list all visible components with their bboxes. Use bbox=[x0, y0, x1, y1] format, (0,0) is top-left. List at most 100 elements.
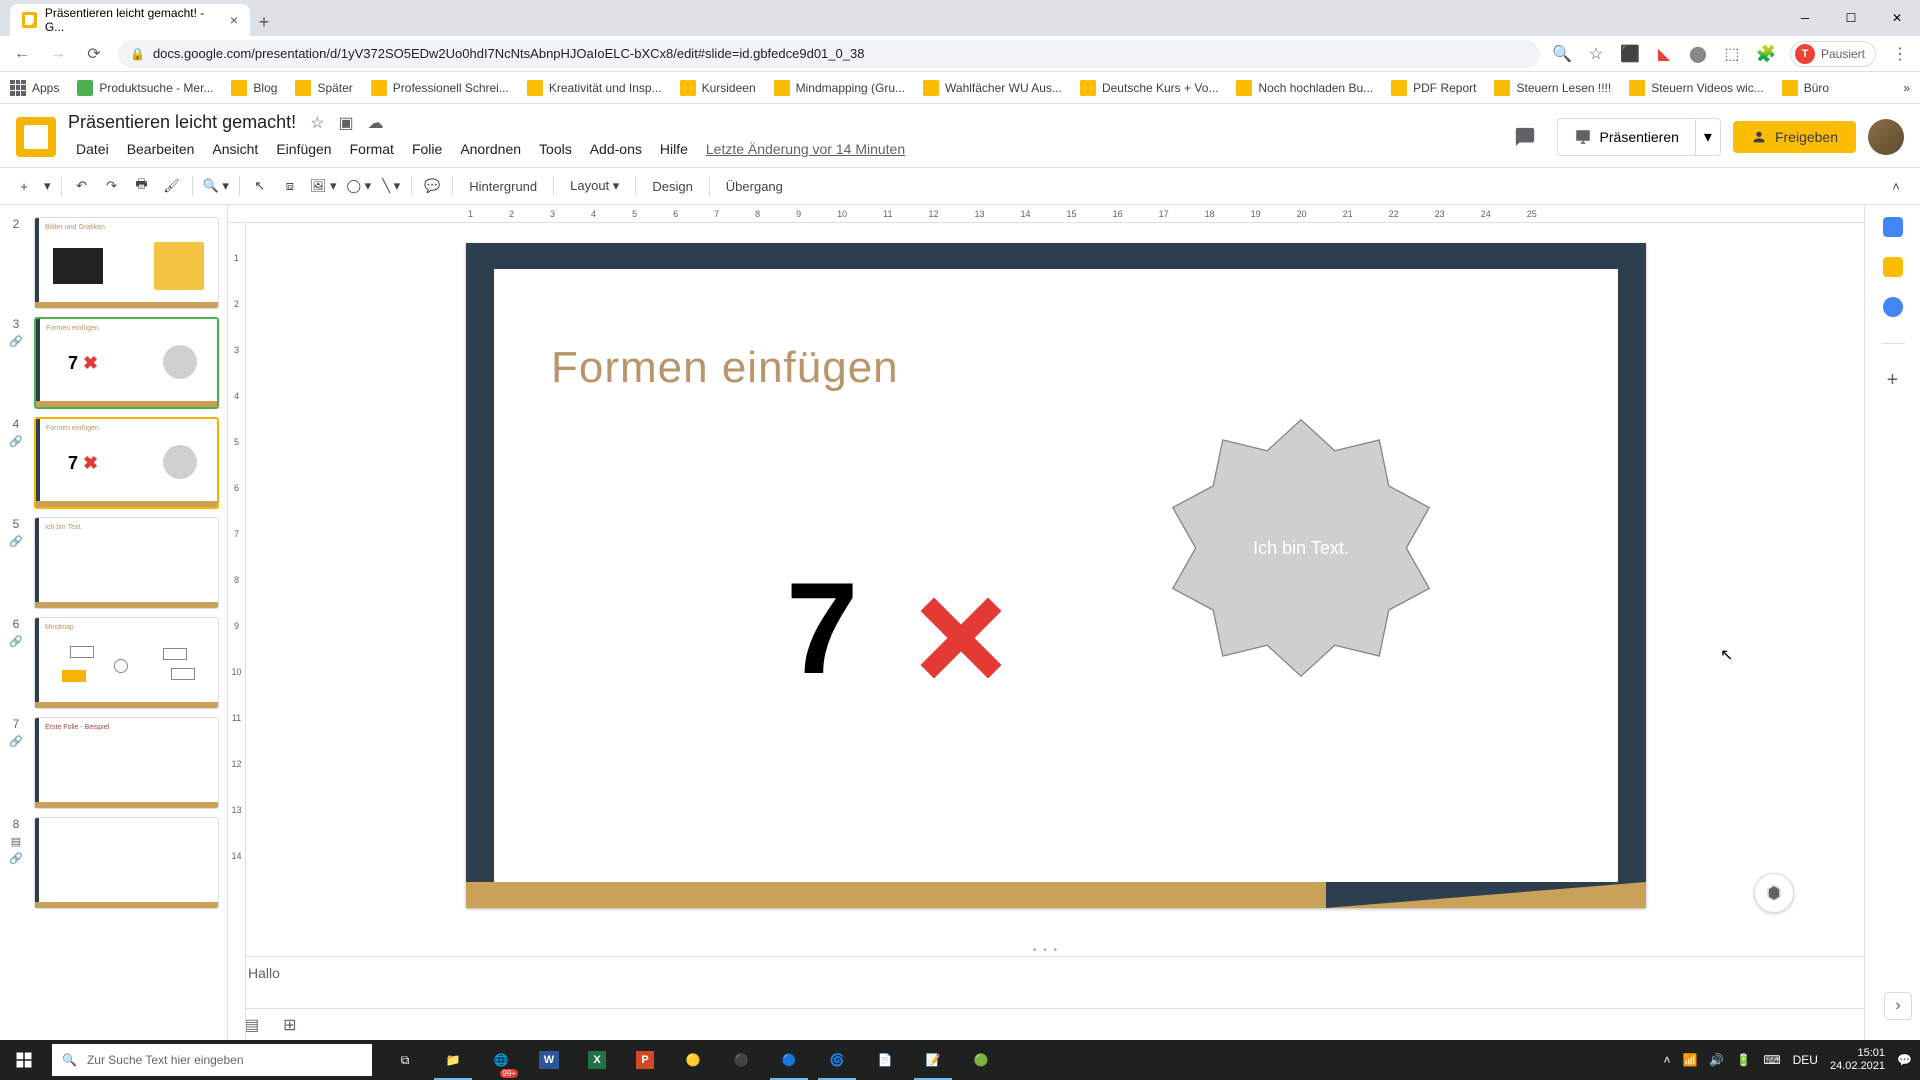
bookmark-blog[interactable]: Blog bbox=[231, 80, 277, 96]
bookmark-steuern-lesen[interactable]: Steuern Lesen !!!! bbox=[1494, 80, 1611, 96]
profile-button[interactable]: T Pausiert bbox=[1790, 41, 1876, 67]
seven-text[interactable]: 7 bbox=[786, 553, 858, 703]
calendar-addon-icon[interactable] bbox=[1883, 217, 1903, 237]
comment-tool[interactable]: 💬 bbox=[418, 172, 446, 200]
undo-button[interactable]: ↶ bbox=[68, 172, 96, 200]
forward-button[interactable]: → bbox=[46, 42, 70, 66]
new-tab-button[interactable]: + bbox=[250, 8, 278, 36]
star-icon[interactable]: ☆ bbox=[1586, 44, 1606, 64]
redo-button[interactable]: ↷ bbox=[98, 172, 126, 200]
apps-button[interactable]: Apps bbox=[10, 80, 59, 96]
extensions-button[interactable]: 🧩 bbox=[1756, 44, 1776, 64]
maximize-button[interactable]: ☐ bbox=[1828, 0, 1874, 36]
keep-addon-icon[interactable] bbox=[1883, 257, 1903, 277]
add-addon-button[interactable]: + bbox=[1883, 370, 1903, 390]
document-title[interactable]: Präsentieren leicht gemacht! bbox=[68, 112, 296, 133]
line-tool[interactable]: ╲ ▾ bbox=[377, 172, 405, 200]
star-shape[interactable]: Ich bin Text. bbox=[1166, 413, 1436, 683]
menu-anordnen[interactable]: Anordnen bbox=[452, 137, 529, 161]
newedge-taskbar-icon[interactable]: 🌀 bbox=[814, 1040, 860, 1080]
tray-network-icon[interactable]: 📶 bbox=[1682, 1053, 1697, 1067]
spotify-taskbar-icon[interactable]: 🟢 bbox=[958, 1040, 1004, 1080]
bookmark-produktsuche[interactable]: Produktsuche - Mer... bbox=[77, 80, 213, 96]
chrome-menu-button[interactable]: ⋮ bbox=[1890, 44, 1910, 64]
cloud-status-icon[interactable]: ☁ bbox=[368, 113, 384, 133]
filmstrip-view-button[interactable]: ▤ bbox=[244, 1015, 259, 1035]
word-taskbar-icon[interactable]: W bbox=[526, 1040, 572, 1080]
slide-thumbnail-6[interactable]: Mindmap bbox=[34, 617, 219, 709]
red-cross-shape[interactable] bbox=[916, 593, 1006, 683]
new-slide-button[interactable]: + bbox=[10, 172, 38, 200]
tray-notifications-icon[interactable]: 💬 bbox=[1897, 1053, 1912, 1067]
explore-button[interactable] bbox=[1754, 873, 1794, 913]
tray-language[interactable]: DEU bbox=[1793, 1053, 1818, 1067]
star-document-icon[interactable]: ☆ bbox=[310, 113, 324, 133]
filmstrip[interactable]: 2 Bilder und Grafiken 3🔗 Formen einfügen… bbox=[0, 205, 228, 1040]
app-taskbar-icon-1[interactable]: 🟡 bbox=[670, 1040, 716, 1080]
menu-hilfe[interactable]: Hilfe bbox=[652, 137, 696, 161]
zoom-button[interactable]: 🔍 ▾ bbox=[199, 172, 233, 200]
print-button[interactable]: 🖶 bbox=[128, 172, 156, 200]
edge-taskbar-icon[interactable]: 🌐99+ bbox=[478, 1040, 524, 1080]
speaker-notes[interactable]: Hallo bbox=[228, 956, 1864, 1008]
slides-logo[interactable] bbox=[16, 117, 56, 157]
bookmark-hochladen[interactable]: Noch hochladen Bu... bbox=[1236, 80, 1373, 96]
move-document-icon[interactable]: ▣ bbox=[338, 113, 353, 133]
slide-thumbnail-4[interactable]: Formen einfügen 7 ✖ bbox=[34, 417, 219, 509]
extension-icon-1[interactable]: ⬛ bbox=[1620, 44, 1640, 64]
tray-clock[interactable]: 15:01 24.02.2021 bbox=[1830, 1047, 1885, 1073]
background-button[interactable]: Hintergrund bbox=[459, 179, 547, 194]
taskbar-search[interactable]: 🔍 Zur Suche Text hier eingeben bbox=[52, 1044, 372, 1076]
bookmark-wahlfaecher[interactable]: Wahlfächer WU Aus... bbox=[923, 80, 1062, 96]
last-edit-link[interactable]: Letzte Änderung vor 14 Minuten bbox=[698, 137, 913, 161]
tray-chevron-icon[interactable]: ˄ bbox=[1663, 1053, 1670, 1067]
share-button[interactable]: Freigeben bbox=[1733, 121, 1856, 153]
account-avatar[interactable] bbox=[1868, 119, 1904, 155]
start-button[interactable] bbox=[0, 1040, 48, 1080]
menu-format[interactable]: Format bbox=[342, 137, 402, 161]
tasks-addon-icon[interactable] bbox=[1883, 297, 1903, 317]
extension-icon-3[interactable]: ⬤ bbox=[1688, 44, 1708, 64]
browser-tab[interactable]: Präsentieren leicht gemacht! - G... × bbox=[10, 4, 250, 36]
tray-battery-icon[interactable]: 🔋 bbox=[1736, 1053, 1751, 1067]
task-view-button[interactable]: ⧉ bbox=[382, 1040, 428, 1080]
close-window-button[interactable]: ✕ bbox=[1874, 0, 1920, 36]
comments-button[interactable] bbox=[1505, 117, 1545, 157]
slide-thumbnail-3[interactable]: Formen einfügen 7 ✖ bbox=[34, 317, 219, 409]
extension-icon-2[interactable]: ◣ bbox=[1654, 44, 1674, 64]
bookmark-buero[interactable]: Büro bbox=[1782, 80, 1829, 96]
bookmark-mindmapping[interactable]: Mindmapping (Gru... bbox=[774, 80, 905, 96]
bookmark-steuern-videos[interactable]: Steuern Videos wic... bbox=[1629, 80, 1764, 96]
slide-title-text[interactable]: Formen einfügen bbox=[551, 343, 899, 393]
collapse-toolbar-button[interactable]: ˄ bbox=[1882, 172, 1910, 200]
back-button[interactable]: ← bbox=[10, 42, 34, 66]
chrome-taskbar-icon[interactable]: 🔵 bbox=[766, 1040, 812, 1080]
minimize-button[interactable]: ─ bbox=[1782, 0, 1828, 36]
textbox-tool[interactable]: ⧈ bbox=[276, 172, 304, 200]
reload-button[interactable]: ⟳ bbox=[82, 42, 106, 66]
transition-button[interactable]: Übergang bbox=[716, 179, 793, 194]
excel-taskbar-icon[interactable]: X bbox=[574, 1040, 620, 1080]
menu-bearbeiten[interactable]: Bearbeiten bbox=[119, 137, 203, 161]
bookmarks-overflow[interactable]: » bbox=[1903, 81, 1910, 95]
present-dropdown[interactable]: ▾ bbox=[1696, 118, 1721, 156]
present-button[interactable]: Präsentieren bbox=[1557, 118, 1696, 156]
menu-datei[interactable]: Datei bbox=[68, 137, 117, 161]
menu-einfuegen[interactable]: Einfügen bbox=[268, 137, 339, 161]
bookmark-kreativitaet[interactable]: Kreativität und Insp... bbox=[527, 80, 662, 96]
shape-tool[interactable]: ◯ ▾ bbox=[343, 172, 376, 200]
slide-canvas[interactable]: Formen einfügen 7 Ich bin Text. bbox=[228, 223, 1864, 957]
select-tool[interactable]: ↖ bbox=[246, 172, 274, 200]
powerpoint-taskbar-icon[interactable]: P bbox=[622, 1040, 668, 1080]
design-button[interactable]: Design bbox=[642, 179, 702, 194]
grid-view-button[interactable]: ⊞ bbox=[283, 1015, 296, 1035]
slide[interactable]: Formen einfügen 7 Ich bin Text. bbox=[466, 243, 1646, 908]
slide-thumbnail-8[interactable] bbox=[34, 817, 219, 909]
new-slide-dropdown[interactable]: ▾ bbox=[40, 172, 55, 200]
paint-format-button[interactable]: 🖌 bbox=[158, 172, 186, 200]
hide-side-panel-button[interactable]: › bbox=[1884, 992, 1912, 1020]
zoom-icon[interactable]: 🔍 bbox=[1552, 44, 1572, 64]
explorer-taskbar-icon[interactable]: 📁 bbox=[430, 1040, 476, 1080]
menu-addons[interactable]: Add-ons bbox=[582, 137, 650, 161]
extension-icon-4[interactable]: ⬚ bbox=[1722, 44, 1742, 64]
